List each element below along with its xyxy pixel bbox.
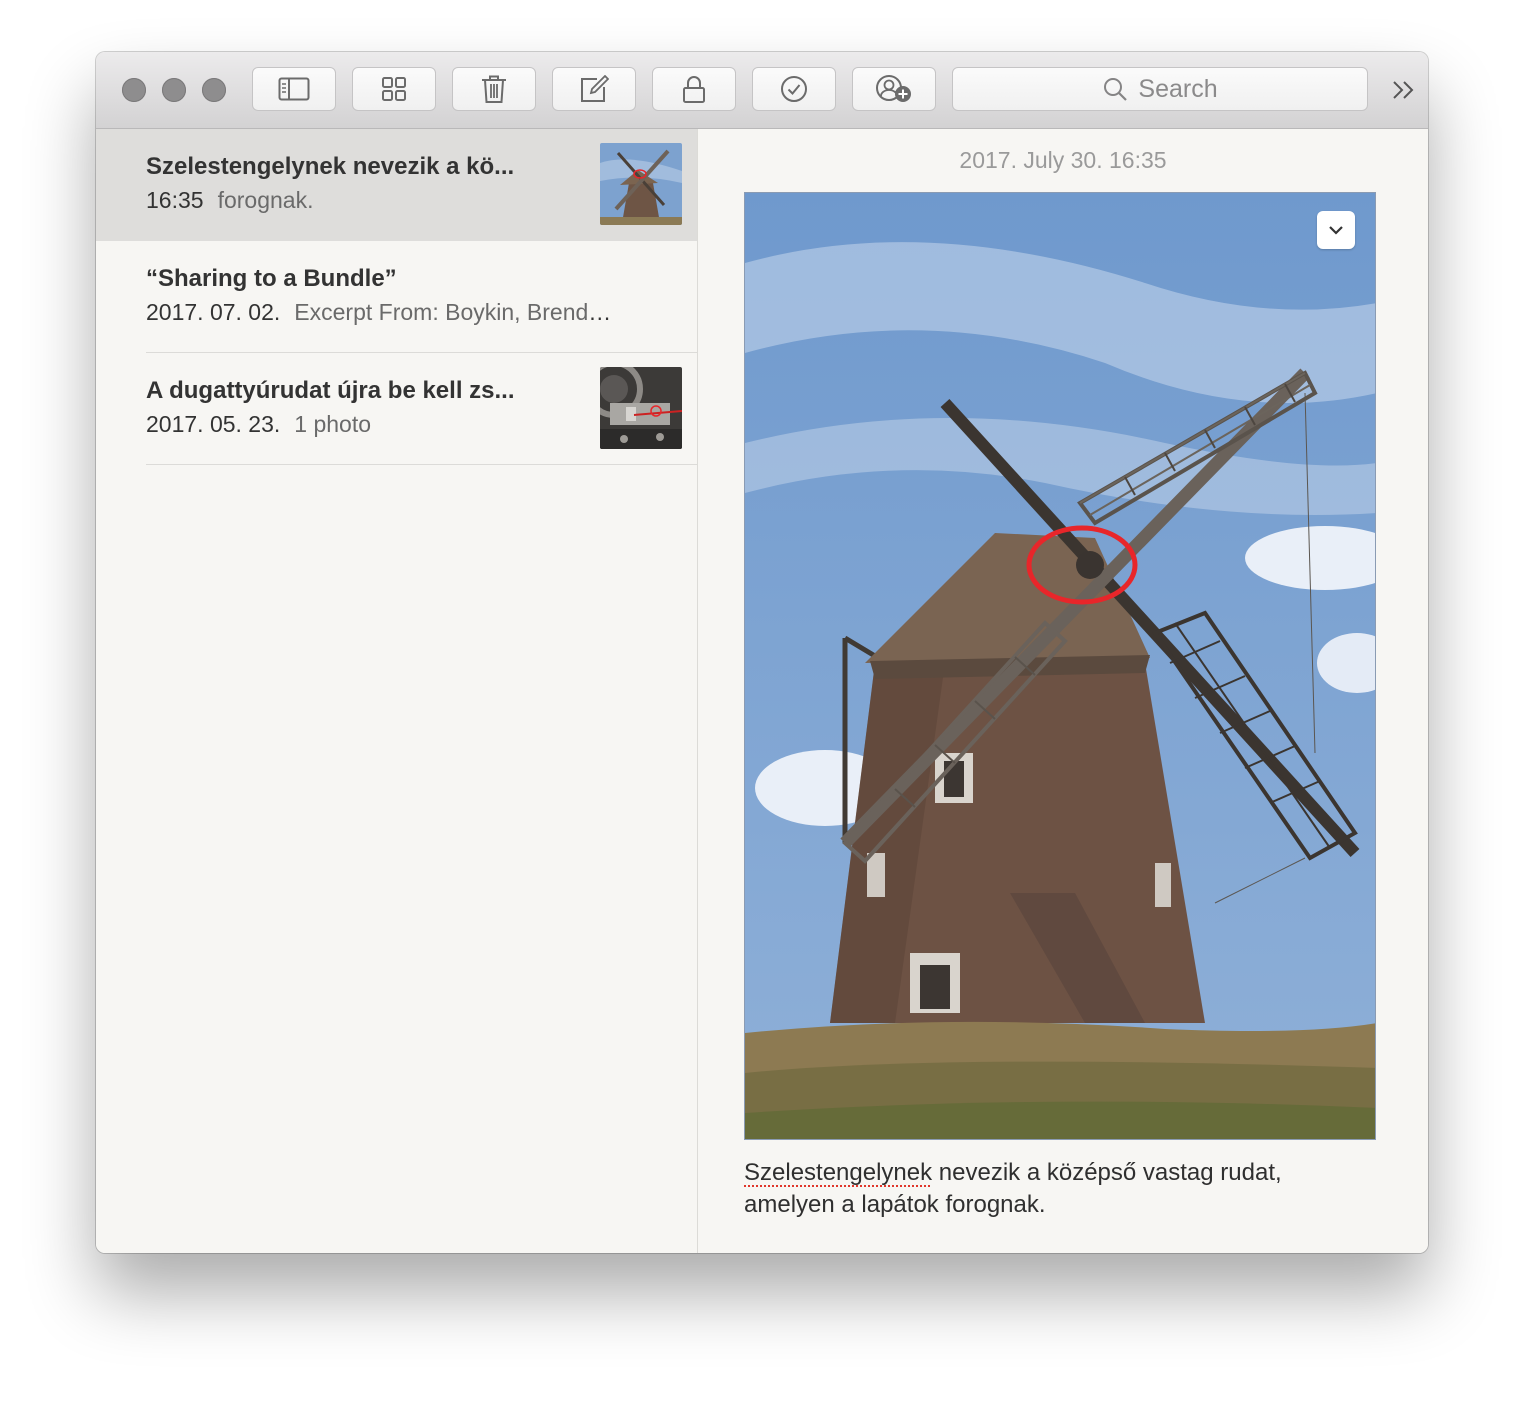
- chevron-down-icon: [1329, 226, 1343, 235]
- checklist-icon: [781, 76, 807, 102]
- note-meta: 2017. 07. 02. Excerpt From: Boykin, Brend…: [146, 299, 616, 326]
- note-title: A dugattyúrudat újra be kell zs...: [146, 377, 515, 404]
- note-list-item[interactable]: Szelestengelynek nevezik a kö... 16:35 fo…: [96, 129, 697, 241]
- body-text-line1: nevezik a középső vastag rudat,: [932, 1159, 1282, 1186]
- note-meta: 16:35 forognak.: [146, 187, 616, 214]
- search-icon: [1104, 78, 1128, 101]
- list-separator: [146, 464, 697, 465]
- note-date: 16:35: [146, 187, 204, 213]
- note-preview: Excerpt From: Boykin, Brenda...: [294, 299, 616, 325]
- note-date-header: 2017. July 30. 16:35: [959, 147, 1167, 173]
- notes-window: Search Szelestengelynek nevezik a kö... …: [96, 52, 1428, 1253]
- note-body-text[interactable]: Szelestengelynek nevezik a középső vasta…: [744, 1157, 1364, 1221]
- close-window-button[interactable]: [122, 78, 146, 102]
- notes-list: Szelestengelynek nevezik a kö... 16:35 fo…: [96, 129, 698, 1253]
- note-editor[interactable]: 2017. July 30. 16:35 Szelestengelynek ne…: [698, 129, 1428, 1253]
- note-date: 2017. 07. 02.: [146, 299, 281, 325]
- attachments-browser-button[interactable]: [352, 67, 436, 111]
- add-people-icon: [876, 75, 911, 102]
- search-field[interactable]: Search: [952, 67, 1368, 111]
- gallery-grid-icon: [382, 77, 406, 101]
- lock-icon: [683, 76, 705, 103]
- lock-note-button[interactable]: [652, 67, 736, 111]
- toolbar-overflow-button[interactable]: [1390, 76, 1418, 104]
- note-meta: 2017. 05. 23. 1 photo: [146, 411, 616, 438]
- toolbar: Search: [96, 52, 1428, 129]
- toggle-sidebar-button[interactable]: [252, 67, 336, 111]
- note-image-attachment[interactable]: [744, 192, 1376, 1140]
- note-title: Szelestengelynek nevezik a kö...: [146, 153, 515, 180]
- note-list-item[interactable]: A dugattyúrudat újra be kell zs... 2017.…: [96, 353, 697, 465]
- note-preview: forognak.: [217, 187, 314, 213]
- image-options-button[interactable]: [1317, 211, 1355, 249]
- trash-icon: [482, 75, 506, 103]
- note-date: 2017. 05. 23.: [146, 411, 281, 437]
- compose-icon: [581, 75, 609, 102]
- delete-note-button[interactable]: [452, 67, 536, 111]
- body-text-line2: amelyen a lapátok forognak.: [744, 1191, 1046, 1218]
- misspelled-word[interactable]: Szelestengelynek: [744, 1159, 932, 1186]
- double-chevron-right-icon: [1393, 81, 1414, 99]
- note-list-item[interactable]: “Sharing to a Bundle” 2017. 07. 02. Excer…: [96, 241, 697, 353]
- zoom-window-button[interactable]: [202, 78, 226, 102]
- note-thumbnail: [600, 143, 682, 225]
- note-thumbnail: [600, 367, 682, 449]
- new-note-button[interactable]: [552, 67, 636, 111]
- note-title: “Sharing to a Bundle”: [146, 265, 397, 292]
- search-placeholder: Search: [1138, 74, 1218, 103]
- minimize-window-button[interactable]: [162, 78, 186, 102]
- sidebar-toggle-icon: [278, 77, 310, 101]
- checklist-button[interactable]: [752, 67, 836, 111]
- note-preview: 1 photo: [294, 411, 372, 437]
- add-people-button[interactable]: [852, 67, 936, 111]
